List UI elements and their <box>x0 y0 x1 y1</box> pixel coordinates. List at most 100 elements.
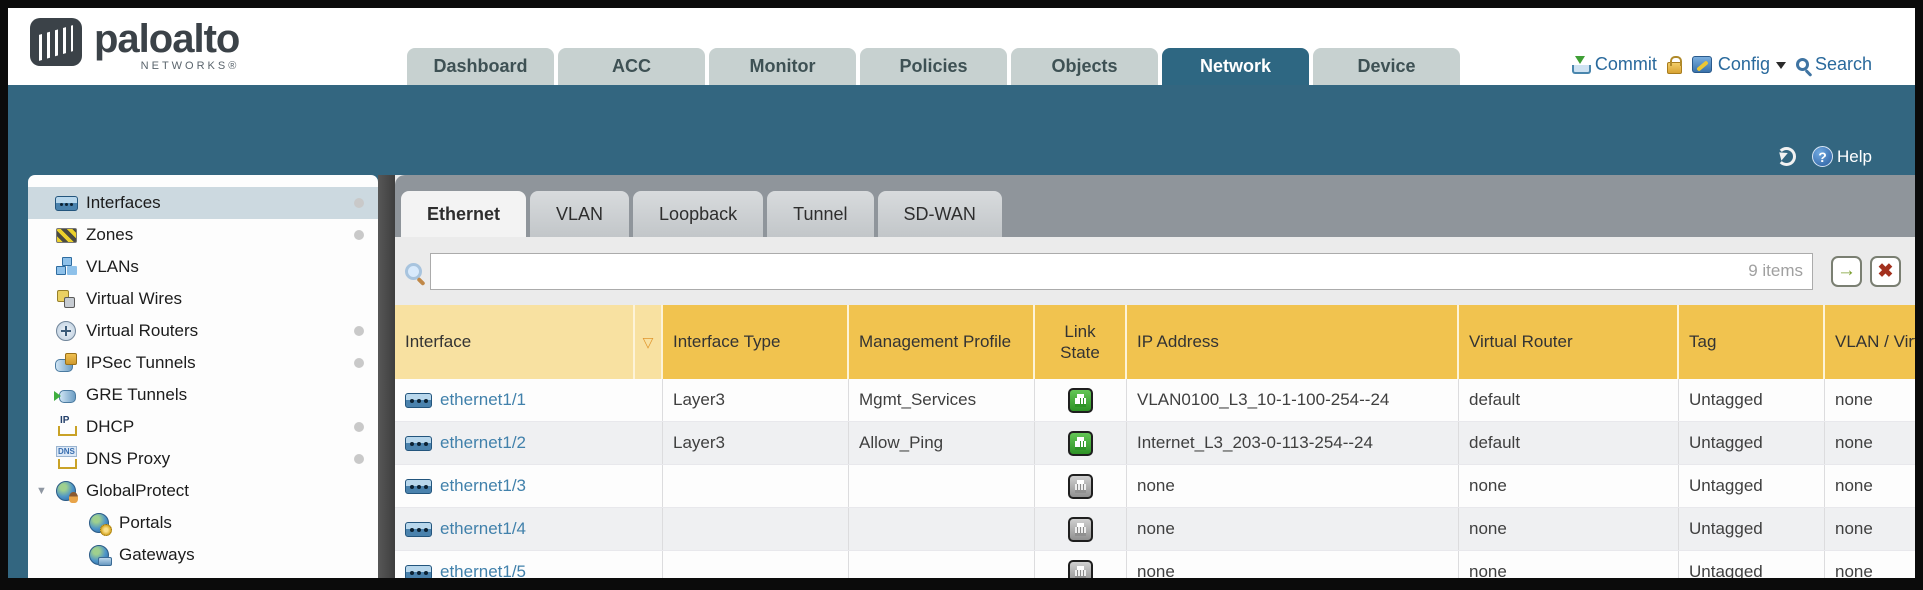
help-label: Help <box>1837 147 1872 167</box>
vlan-wire-cell: none <box>1825 551 1915 578</box>
main-tab-objects[interactable]: Objects <box>1011 48 1158 85</box>
column-header-tag[interactable]: Tag <box>1679 305 1825 379</box>
subtab-label: Tunnel <box>793 204 847 225</box>
main-content: EthernetVLANLoopbackTunnelSD-WAN 9 items… <box>395 175 1915 578</box>
interface-link[interactable]: ethernet1/1 <box>440 390 526 410</box>
table-row[interactable]: ethernet1/5 none none Untagged none <box>395 551 1915 578</box>
status-dot <box>354 230 364 240</box>
sort-dropdown-button[interactable]: ▽ <box>635 305 663 379</box>
config-menu-button[interactable]: Config <box>1692 54 1786 75</box>
interface-type-cell <box>663 465 849 507</box>
link-state-cell <box>1035 551 1127 578</box>
sidebar-item-gateways[interactable]: ▼ Gateways <box>28 539 378 571</box>
sidebar-item-gre-tunnels[interactable]: ▼ GRE Tunnels <box>28 379 378 411</box>
commit-button[interactable]: Commit <box>1571 54 1657 75</box>
main-tab-label: Policies <box>899 56 967 77</box>
table-row[interactable]: ethernet1/1 Layer3 Mgmt_Services VLAN010… <box>395 379 1915 422</box>
column-header-ip[interactable]: IP Address <box>1127 305 1459 379</box>
main-tab-dashboard[interactable]: Dashboard <box>407 48 554 85</box>
main-tab-monitor[interactable]: Monitor <box>709 48 856 85</box>
column-header-vlan[interactable]: VLAN / Virtual Wire <box>1825 305 1915 379</box>
link-state-icon <box>1068 431 1093 456</box>
table-row[interactable]: ethernet1/2 Layer3 Allow_Ping Internet_L… <box>395 422 1915 465</box>
sidebar-scrollbar[interactable] <box>378 175 395 578</box>
interface-type-cell <box>663 551 849 578</box>
tag-cell: Untagged <box>1679 508 1825 550</box>
column-header-type[interactable]: Interface Type <box>663 305 849 379</box>
interface-port-icon <box>405 522 432 537</box>
main-tab-policies[interactable]: Policies <box>860 48 1007 85</box>
interface-link[interactable]: ethernet1/3 <box>440 476 526 496</box>
help-icon: ? <box>1812 146 1833 167</box>
main-tab-device[interactable]: Device <box>1313 48 1460 85</box>
ip-address-cell: none <box>1127 508 1459 550</box>
tag-cell: Untagged <box>1679 551 1825 578</box>
virtual-routers-icon <box>55 320 77 342</box>
interface-type-cell: Layer3 <box>663 422 849 464</box>
navigation-sidebar: ▼ Interfaces ▼ Zones ▼ VLANs ▼ Virtual W… <box>28 175 378 578</box>
clear-filter-button[interactable]: ✖ <box>1870 256 1901 287</box>
link-state-icon <box>1068 560 1093 579</box>
lock-icon[interactable] <box>1667 62 1682 74</box>
gateways-icon <box>88 544 110 566</box>
sidebar-item-label: Gateways <box>119 545 195 565</box>
interface-cell: ethernet1/5 <box>395 551 663 578</box>
table-row[interactable]: ethernet1/3 none none Untagged none <box>395 465 1915 508</box>
main-tab-label: Objects <box>1051 56 1117 77</box>
chevron-down-icon <box>1776 62 1786 74</box>
main-tab-acc[interactable]: ACC <box>558 48 705 85</box>
main-tab-network[interactable]: Network <box>1162 48 1309 85</box>
main-navigation-tabs: DashboardACCMonitor Policies Objects Networ… <box>407 48 1460 85</box>
sidebar-item-dns-proxy[interactable]: ▼ DNS Proxy <box>28 443 378 475</box>
sidebar-item-label: Zones <box>86 225 133 245</box>
portals-icon <box>88 512 110 534</box>
column-header-interface[interactable]: Interface <box>395 305 635 379</box>
column-header-label: Tag <box>1689 331 1716 352</box>
table-row[interactable]: ethernet1/4 none none Untagged none <box>395 508 1915 551</box>
column-header-label: Interface <box>405 331 471 352</box>
header-actions: Commit Config Search <box>1571 54 1872 75</box>
subtab-vlan[interactable]: VLAN <box>530 191 629 237</box>
sidebar-item-virtual-wires[interactable]: ▼ Virtual Wires <box>28 283 378 315</box>
ip-address-cell: none <box>1127 551 1459 578</box>
virtual-router-cell: none <box>1459 508 1679 550</box>
main-tab-label: Network <box>1200 56 1271 77</box>
sidebar-item-globalprotect[interactable]: ▼ GlobalProtect <box>28 475 378 507</box>
sidebar-item-vlans[interactable]: ▼ VLANs <box>28 251 378 283</box>
column-header-vr[interactable]: Virtual Router <box>1459 305 1679 379</box>
sidebar-item-virtual-routers[interactable]: ▼ Virtual Routers <box>28 315 378 347</box>
sidebar-item-ipsec-tunnels[interactable]: ▼ IPSec Tunnels <box>28 347 378 379</box>
interface-link[interactable]: ethernet1/4 <box>440 519 526 539</box>
interface-link[interactable]: ethernet1/5 <box>440 562 526 578</box>
expand-triangle-icon[interactable]: ▼ <box>36 485 47 497</box>
subtab-ethernet[interactable]: Ethernet <box>401 191 526 237</box>
sidebar-item-label: DNS Proxy <box>86 449 170 469</box>
subtab-tunnel[interactable]: Tunnel <box>767 191 873 237</box>
search-button[interactable]: Search <box>1796 54 1872 75</box>
status-dot <box>354 454 364 464</box>
vlan-wire-cell: none <box>1825 465 1915 507</box>
column-header-label: IP Address <box>1137 331 1219 352</box>
sidebar-item-interfaces[interactable]: ▼ Interfaces <box>28 187 378 219</box>
subtab-sd-wan[interactable]: SD-WAN <box>878 191 1002 237</box>
interface-link[interactable]: ethernet1/2 <box>440 433 526 453</box>
column-header-mgmt[interactable]: Management Profile <box>849 305 1035 379</box>
globalprotect-icon <box>55 480 77 502</box>
apply-filter-button[interactable]: → <box>1831 256 1862 287</box>
subtab-label: Loopback <box>659 204 737 225</box>
refresh-icon[interactable] <box>1777 147 1796 166</box>
help-button[interactable]: ? Help <box>1812 146 1872 167</box>
status-dot <box>354 422 364 432</box>
sidebar-item-dhcp[interactable]: ▼ DHCP <box>28 411 378 443</box>
management-profile-cell: Allow_Ping <box>849 422 1035 464</box>
column-header-link[interactable]: Link State <box>1035 305 1127 379</box>
sidebar-item-label: GlobalProtect <box>86 481 189 501</box>
sidebar-item-zones[interactable]: ▼ Zones <box>28 219 378 251</box>
ip-address-cell: VLAN0100_L3_10-1-100-254--24 <box>1127 379 1459 421</box>
interface-cell: ethernet1/4 <box>395 508 663 550</box>
subtab-loopback[interactable]: Loopback <box>633 191 763 237</box>
filter-input[interactable] <box>430 253 1813 290</box>
sidebar-item-label: DHCP <box>86 417 134 437</box>
link-state-cell <box>1035 465 1127 507</box>
sidebar-item-portals[interactable]: ▼ Portals <box>28 507 378 539</box>
